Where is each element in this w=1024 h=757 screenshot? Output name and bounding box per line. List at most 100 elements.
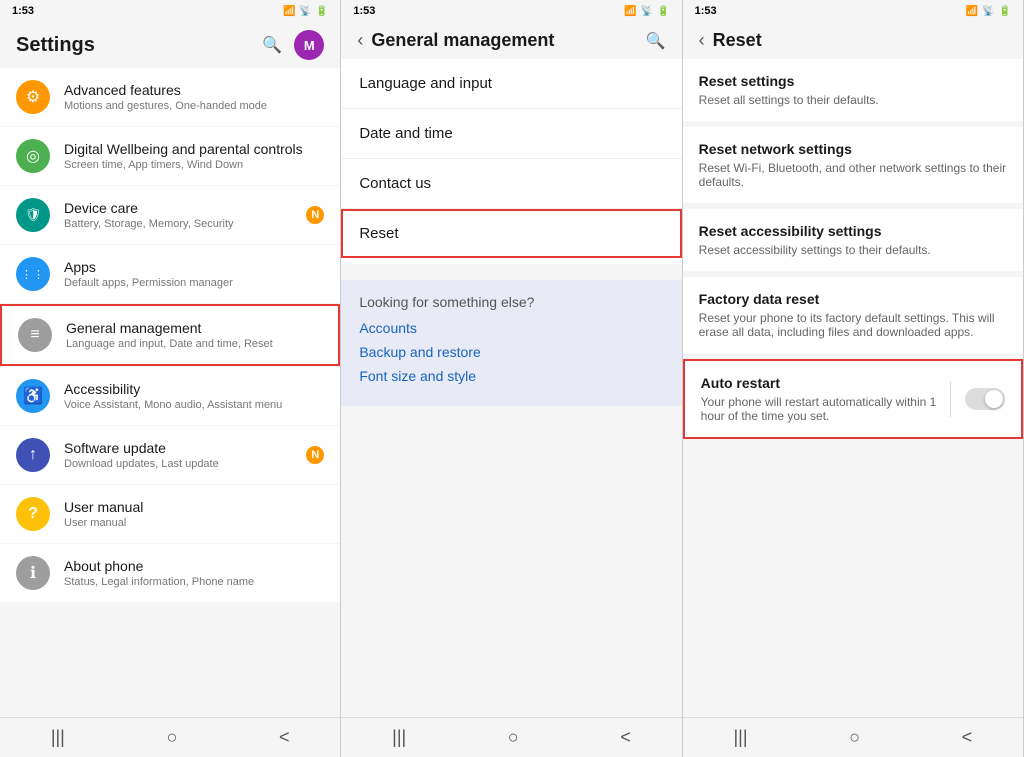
sidebar-item-digital-wellbeing[interactable]: ◎ Digital Wellbeing and parental control… [0,127,340,185]
right-nav-bar: ||| ○ < [683,717,1023,757]
backup-restore-link[interactable]: Backup and restore [359,344,663,360]
right-title: Reset [713,30,762,51]
menu-item-date-time[interactable]: Date and time [341,109,681,159]
sidebar-item-advanced-features[interactable]: ⚙ Advanced features Motions and gestures… [0,68,340,126]
sidebar-item-apps[interactable]: ⋮⋮ Apps Default apps, Permission manager [0,245,340,303]
factory-reset-title: Factory data reset [699,291,1007,307]
user-manual-title: User manual [64,499,324,515]
right-time: 1:53 [695,5,717,17]
reset-accessibility-title: Reset accessibility settings [699,223,1007,239]
reset-settings-item[interactable]: Reset settings Reset all settings to the… [683,59,1023,121]
device-care-title: Device care [64,200,324,216]
left-panel: 1:53 📶 📡 🔋 Settings 🔍 M ⚙ Advanced featu… [0,0,341,757]
auto-restart-title: Auto restart [701,375,950,391]
middle-nav-bar: ||| ○ < [341,717,681,757]
menu-item-language-input[interactable]: Language and input [341,59,681,109]
middle-time: 1:53 [353,5,375,17]
sidebar-item-accessibility[interactable]: ♿ Accessibility Voice Assistant, Mono au… [0,367,340,425]
middle-search-icon[interactable]: 🔍 [646,31,666,51]
apps-title: Apps [64,259,324,275]
right-panel: 1:53 📶 📡 🔋 ‹ Reset Reset settings Reset … [683,0,1024,757]
wifi-icon: 📡 [299,6,311,17]
reset-network-title: Reset network settings [699,141,1007,157]
sidebar-item-about-phone[interactable]: ℹ About phone Status, Legal information,… [0,544,340,602]
left-menu-nav[interactable]: ||| [51,727,65,748]
advanced-features-title: Advanced features [64,82,324,98]
user-manual-text: User manual User manual [64,499,324,529]
back-button[interactable]: ‹ General management [357,30,554,51]
apps-subtitle: Default apps, Permission manager [64,277,324,289]
middle-battery-icon: 🔋 [657,6,669,17]
accounts-link[interactable]: Accounts [359,320,663,336]
auto-restart-toggle[interactable] [965,388,1005,410]
middle-back-nav[interactable]: < [620,727,631,748]
accessibility-subtitle: Voice Assistant, Mono audio, Assistant m… [64,399,324,411]
about-phone-subtitle: Status, Legal information, Phone name [64,576,324,588]
reset-accessibility-item[interactable]: Reset accessibility settings Reset acces… [683,209,1023,271]
right-back-button[interactable]: ‹ Reset [699,30,762,51]
digital-wellbeing-title: Digital Wellbeing and parental controls [64,141,324,157]
reset-network-item[interactable]: Reset network settings Reset Wi-Fi, Blue… [683,127,1023,203]
accessibility-title: Accessibility [64,381,324,397]
advanced-features-text: Advanced features Motions and gestures, … [64,82,324,112]
middle-top-bar: ‹ General management 🔍 [341,22,681,59]
right-home-nav[interactable]: ○ [849,727,860,748]
middle-status-icons: 📶 📡 🔋 [624,6,669,17]
factory-reset-desc: Reset your phone to its factory default … [699,311,1007,339]
factory-reset-item[interactable]: Factory data reset Reset your phone to i… [683,277,1023,353]
right-back-nav[interactable]: < [962,727,973,748]
reset-list: Reset settings Reset all settings to the… [683,59,1023,717]
about-phone-text: About phone Status, Legal information, P… [64,558,324,588]
signal-icon: 📶 [283,6,295,17]
advanced-features-icon: ⚙ [16,80,50,114]
right-menu-nav[interactable]: ||| [733,727,747,748]
general-management-subtitle: Language and input, Date and time, Reset [66,338,322,350]
separator [341,264,681,272]
auto-restart-text: Auto restart Your phone will restart aut… [701,375,950,423]
right-signal-icon: 📶 [966,6,978,17]
sidebar-item-user-manual[interactable]: ? User manual User manual [0,485,340,543]
middle-title: General management [371,30,554,51]
accessibility-icon: ♿ [16,379,50,413]
middle-status-bar: 1:53 📶 📡 🔋 [341,0,681,22]
reset-settings-title: Reset settings [699,73,1007,89]
sidebar-item-general-management[interactable]: ≡ General management Language and input,… [0,304,340,366]
settings-title: Settings [16,34,95,57]
general-management-icon: ≡ [18,318,52,352]
device-care-icon: 🛡 [16,198,50,232]
digital-wellbeing-icon: ◎ [16,139,50,173]
font-size-link[interactable]: Font size and style [359,368,663,384]
middle-menu-nav[interactable]: ||| [392,727,406,748]
user-manual-icon: ? [16,497,50,531]
about-phone-icon: ℹ [16,556,50,590]
left-home-nav[interactable]: ○ [166,727,177,748]
middle-home-nav[interactable]: ○ [508,727,519,748]
left-status-icons: 📶 📡 🔋 [283,6,328,17]
menu-item-reset[interactable]: Reset [341,209,681,258]
left-time: 1:53 [12,5,34,17]
right-wifi-icon: 📡 [982,6,994,17]
user-manual-subtitle: User manual [64,517,324,529]
avatar[interactable]: M [294,30,324,60]
device-care-subtitle: Battery, Storage, Memory, Security [64,218,324,230]
reset-accessibility-desc: Reset accessibility settings to their de… [699,243,1007,257]
digital-wellbeing-text: Digital Wellbeing and parental controls … [64,141,324,171]
middle-wifi-icon: 📡 [641,6,653,17]
right-back-chevron-icon: ‹ [699,30,705,51]
general-management-text: General management Language and input, D… [66,320,322,350]
settings-list: ⚙ Advanced features Motions and gestures… [0,68,340,717]
right-status-bar: 1:53 📶 📡 🔋 [683,0,1023,22]
auto-restart-item[interactable]: Auto restart Your phone will restart aut… [683,359,1023,439]
sidebar-item-device-care[interactable]: 🛡 Device care Battery, Storage, Memory, … [0,186,340,244]
back-chevron-icon: ‹ [357,30,363,51]
left-back-nav[interactable]: < [279,727,290,748]
software-update-text: Software update Download updates, Last u… [64,440,324,470]
middle-panel: 1:53 📶 📡 🔋 ‹ General management 🔍 Langua… [341,0,682,757]
software-update-title: Software update [64,440,324,456]
right-battery-icon: 🔋 [999,6,1011,17]
about-phone-title: About phone [64,558,324,574]
search-icon[interactable]: 🔍 [262,35,282,55]
sidebar-item-software-update[interactable]: ↑ Software update Download updates, Last… [0,426,340,484]
general-management-title: General management [66,320,322,336]
menu-item-contact-us[interactable]: Contact us [341,159,681,209]
